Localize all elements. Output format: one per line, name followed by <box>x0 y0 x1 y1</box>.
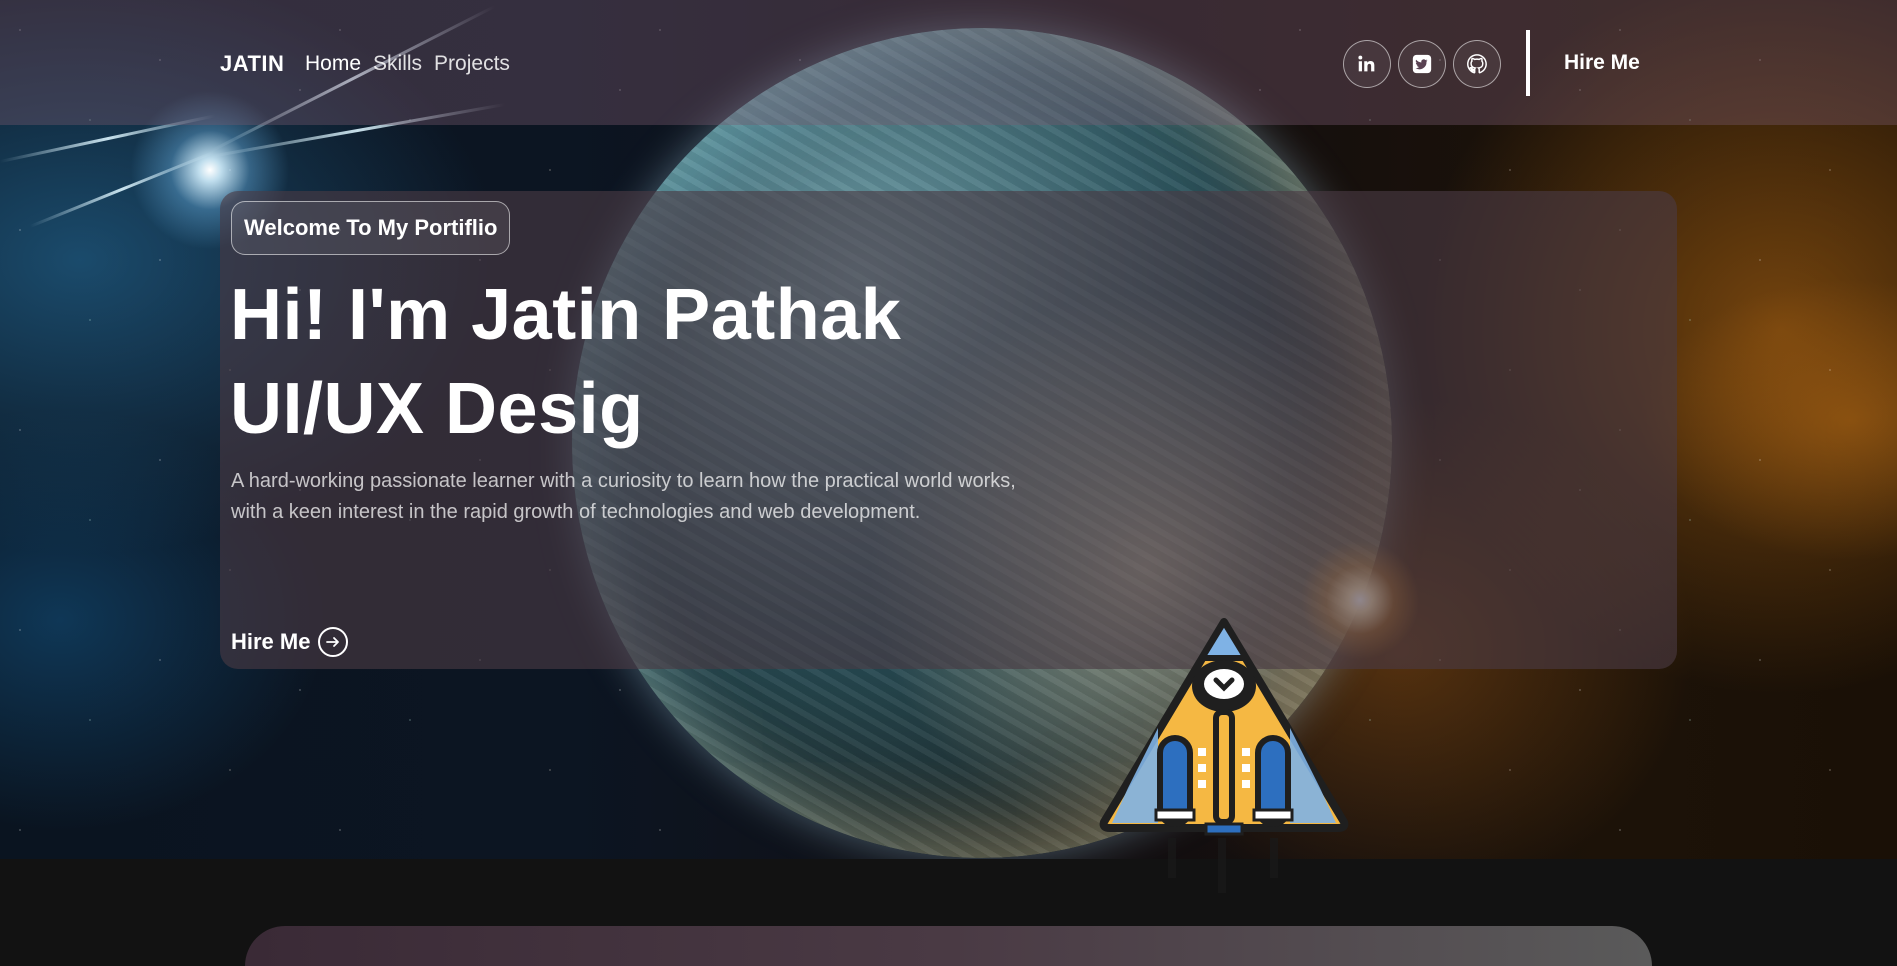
welcome-badge: Welcome To My Portiflio <box>231 201 511 255</box>
nav-item-projects[interactable]: Projects <box>434 52 510 76</box>
nav-item-home[interactable]: Home <box>305 52 361 76</box>
hire-me-cta-label: Hire Me <box>231 629 311 654</box>
social-links <box>1343 40 1501 88</box>
hire-me-nav-button[interactable]: Hire Me <box>1564 51 1640 75</box>
top-header: JATIN Home Skills Projects Hire Me <box>0 0 1897 125</box>
github-button[interactable] <box>1453 40 1501 88</box>
twitter-icon <box>1412 54 1432 74</box>
hero-title-line-1: Hi! I'm Jatin Pathak <box>230 275 902 355</box>
github-icon <box>1467 54 1487 74</box>
main-nav: Home Skills Projects <box>305 52 510 76</box>
next-section-panel <box>245 926 1652 966</box>
linkedin-icon <box>1358 55 1375 72</box>
brand-logo[interactable]: JATIN <box>220 51 284 77</box>
hero-title-line-2: UI/UX Desig <box>230 369 644 449</box>
rocket-illustration <box>1099 618 1349 893</box>
nav-item-skills[interactable]: Skills <box>373 52 422 76</box>
hero-title: Hi! I'm Jatin Pathak UI/UX Desig <box>230 268 901 456</box>
hero-description: A hard-working passionate learner with a… <box>231 470 1016 523</box>
arrow-right-circle-icon <box>318 627 349 657</box>
header-divider <box>1526 30 1530 96</box>
twitter-button[interactable] <box>1398 40 1446 88</box>
hire-me-cta[interactable]: Hire Me <box>231 627 349 657</box>
linkedin-button[interactable] <box>1343 40 1391 88</box>
